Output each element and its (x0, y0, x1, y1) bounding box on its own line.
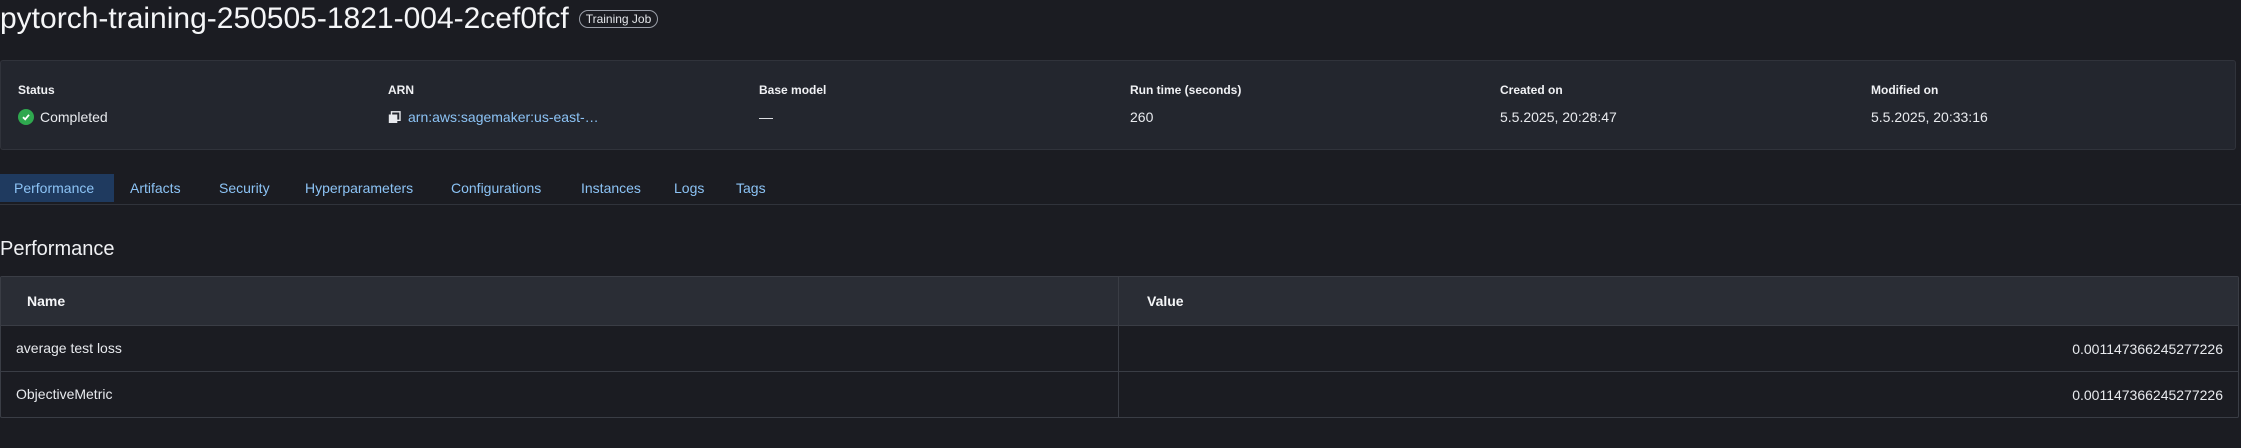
page-header: pytorch-training-250505-1821-004-2cef0fc… (0, 0, 659, 38)
base-model-field: Base model — (759, 83, 827, 125)
performance-table: Name Value average test loss 0.001147366… (0, 276, 2239, 418)
run-time-label: Run time (seconds) (1130, 83, 1242, 97)
modified-on-value: 5.5.2025, 20:33:16 (1871, 109, 1988, 125)
tab-logs[interactable]: Logs (674, 174, 704, 202)
tab-performance[interactable]: Performance (0, 174, 114, 202)
created-on-value: 5.5.2025, 20:28:47 (1500, 109, 1617, 125)
metric-value: 0.001147366245277226 (2072, 387, 2223, 403)
status-value: Completed (18, 109, 108, 125)
job-type-badge: Training Job (578, 10, 659, 28)
arn-label: ARN (388, 83, 414, 97)
tab-tags[interactable]: Tags (736, 174, 766, 202)
performance-section-title: Performance (0, 238, 115, 260)
tab-hyperparameters[interactable]: Hyperparameters (305, 174, 413, 202)
job-summary-panel: Status Completed ARN arn:aws:sagemaker:u… (0, 60, 2236, 150)
created-on-field: Created on 5.5.2025, 20:28:47 (1500, 83, 1617, 125)
status-label: Status (18, 83, 55, 97)
metric-value: 0.001147366245277226 (2072, 341, 2223, 357)
column-header-name[interactable]: Name (27, 277, 65, 325)
tab-instances[interactable]: Instances (581, 174, 641, 202)
run-time-field: Run time (seconds) 260 (1130, 83, 1242, 125)
copy-icon[interactable] (388, 110, 401, 124)
table-row: average test loss 0.001147366245277226 (1, 325, 2238, 371)
table-row: ObjectiveMetric 0.001147366245277226 (1, 371, 2238, 417)
modified-on-label: Modified on (1871, 83, 1939, 97)
column-header-value[interactable]: Value (1147, 277, 1184, 325)
arn-field: ARN arn:aws:sagemaker:us-east-… (388, 83, 599, 125)
created-on-label: Created on (1500, 83, 1563, 97)
status-field: Status Completed (18, 83, 108, 125)
tab-bar: Performance Artifacts Security Hyperpara… (0, 174, 2241, 205)
status-text: Completed (40, 109, 108, 125)
arn-link[interactable]: arn:aws:sagemaker:us-east-… (408, 109, 599, 125)
metric-name: ObjectiveMetric (16, 386, 113, 402)
run-time-value: 260 (1130, 109, 1154, 125)
tab-security[interactable]: Security (219, 174, 270, 202)
base-model-value: — (759, 109, 773, 125)
base-model-label: Base model (759, 83, 827, 97)
arn-value: arn:aws:sagemaker:us-east-… (388, 109, 599, 125)
success-check-icon (18, 109, 34, 125)
tab-artifacts[interactable]: Artifacts (130, 174, 181, 202)
table-header: Name Value (1, 277, 2238, 325)
tab-configurations[interactable]: Configurations (451, 174, 541, 202)
metric-name: average test loss (16, 340, 122, 356)
modified-on-field: Modified on 5.5.2025, 20:33:16 (1871, 83, 1988, 125)
page-title: pytorch-training-250505-1821-004-2cef0fc… (0, 2, 569, 35)
